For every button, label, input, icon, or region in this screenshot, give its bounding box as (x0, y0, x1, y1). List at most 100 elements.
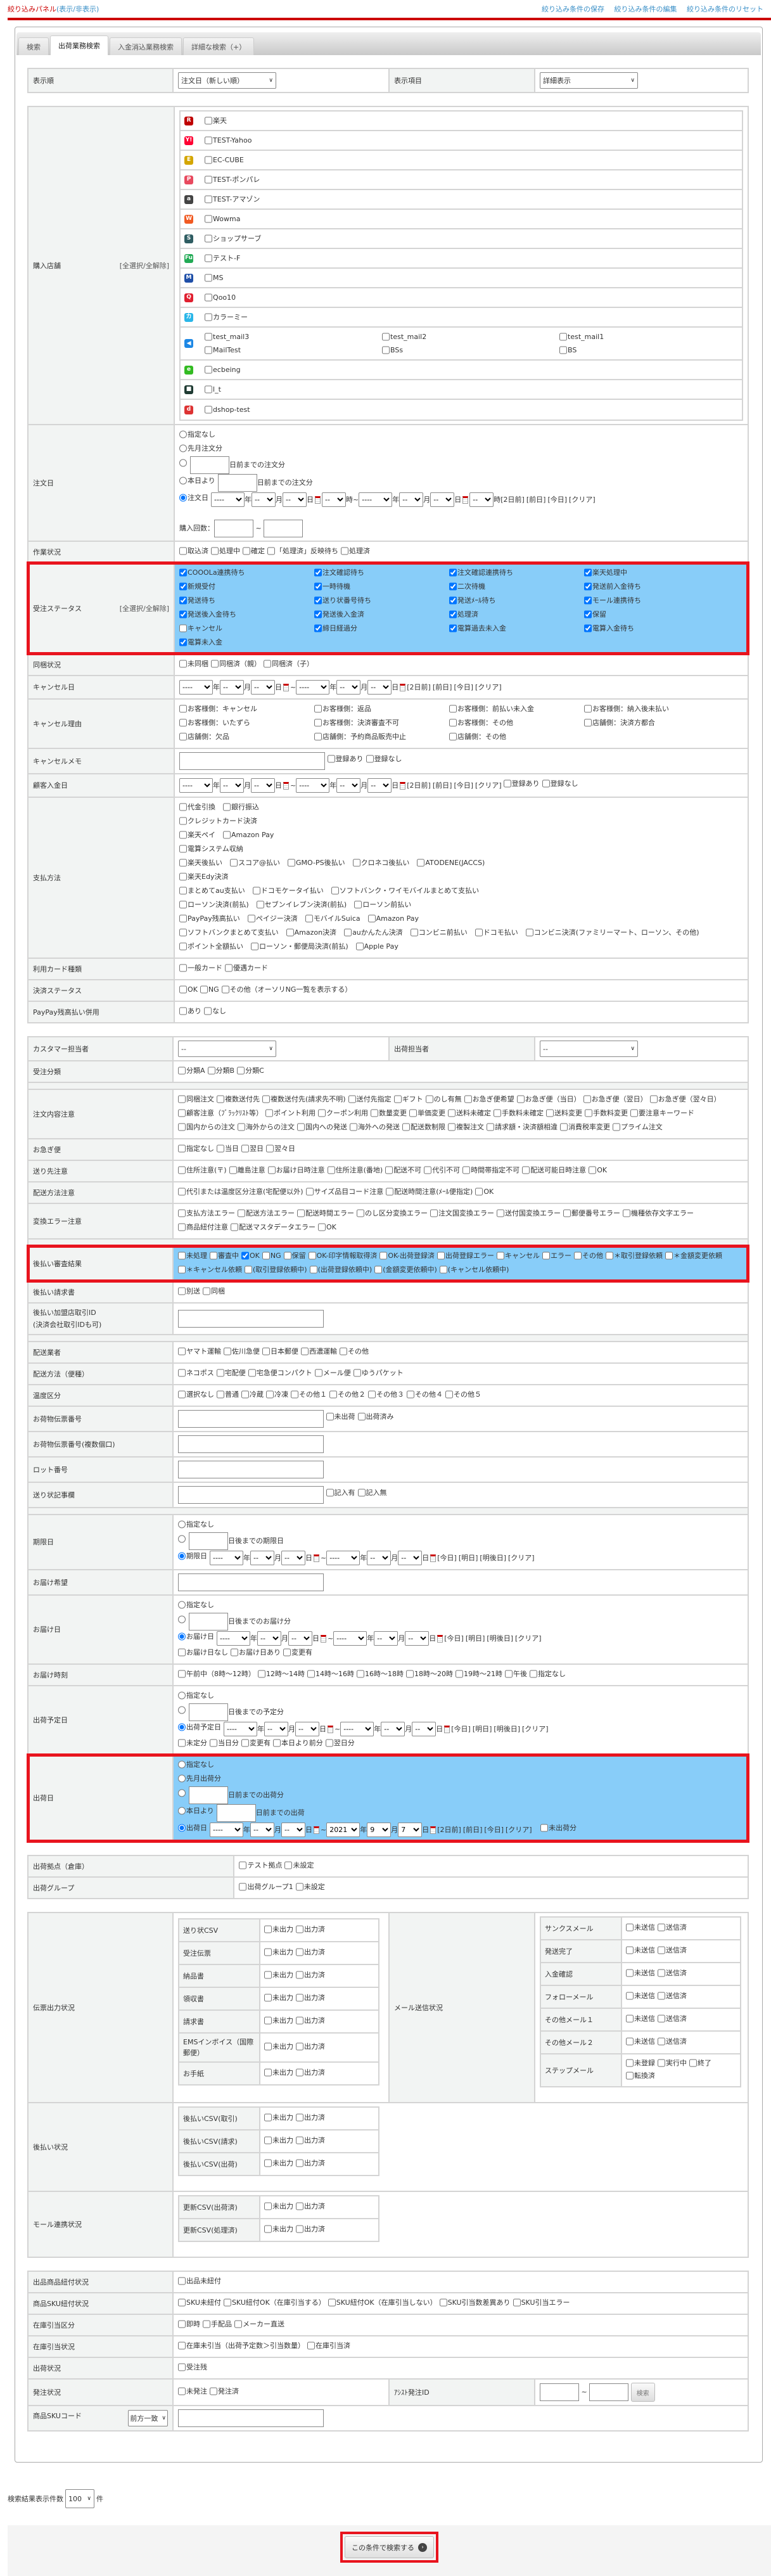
checkbox[interactable] (264, 1994, 272, 2002)
checkbox-option[interactable]: 配送不可 (385, 1164, 421, 1176)
checkbox[interactable] (296, 2159, 303, 2167)
checkbox[interactable] (264, 2113, 272, 2122)
checkbox[interactable] (475, 1188, 483, 1196)
calendar-icon[interactable] (283, 782, 290, 790)
checkbox[interactable] (178, 1209, 186, 1217)
checkbox[interactable] (542, 779, 550, 788)
checkbox[interactable] (368, 1390, 376, 1399)
checkbox[interactable] (264, 1971, 272, 1979)
checkbox[interactable] (583, 1095, 591, 1103)
checkbox-option[interactable]: 翌々日 (266, 1143, 295, 1155)
checkbox[interactable] (353, 1369, 361, 1377)
text-input[interactable] (179, 752, 326, 770)
checkbox-option[interactable]: 出荷済み (357, 1411, 394, 1423)
checkbox[interactable] (344, 928, 352, 937)
checkbox-option[interactable]: 出力済 (296, 1992, 325, 2003)
checkbox-option[interactable]: 未出力 (264, 2201, 293, 2212)
checkbox[interactable] (449, 568, 457, 577)
text-input[interactable] (214, 520, 254, 537)
checkbox[interactable] (348, 1095, 356, 1103)
day-select[interactable]: -- (251, 680, 276, 695)
checkbox[interactable] (402, 1123, 410, 1131)
checkbox[interactable] (179, 705, 188, 713)
checkbox[interactable] (178, 1144, 186, 1153)
checkbox[interactable] (314, 624, 322, 632)
radio[interactable] (178, 1691, 186, 1700)
checkbox-option[interactable]: Apple Pay (355, 940, 398, 952)
radio[interactable] (178, 1520, 186, 1528)
radio[interactable] (179, 459, 188, 467)
checkbox[interactable] (264, 1925, 272, 1933)
checkbox-option[interactable]: 複製注文 (448, 1121, 484, 1133)
text-input[interactable] (589, 2383, 629, 2401)
checkbox-option[interactable]: のし有無 (425, 1093, 462, 1105)
date-shortcut-link[interactable]: [明後日] (494, 1725, 520, 1733)
checkbox[interactable] (487, 1123, 494, 1131)
month-select[interactable]: -- (399, 492, 424, 507)
checkbox[interactable] (267, 1166, 276, 1174)
checkbox-option[interactable]: 変更有 (241, 1737, 271, 1749)
text-input[interactable] (178, 1573, 324, 1591)
checkbox-option[interactable]: お届け日あり (231, 1646, 281, 1658)
date-shortcut-link[interactable]: [明後日] (480, 1554, 506, 1562)
text-input[interactable] (189, 1532, 228, 1550)
checkbox[interactable] (284, 1861, 293, 1869)
checkbox[interactable] (305, 1188, 314, 1196)
shop-checkbox[interactable]: l_t (205, 383, 379, 395)
checkbox-option[interactable]: お客様側：いたずら (179, 717, 314, 729)
checkbox-option[interactable]: 受注残 (178, 2361, 207, 2373)
calendar-icon[interactable] (430, 1554, 436, 1562)
checkbox[interactable] (221, 985, 229, 994)
date-shortcut-link[interactable]: [今日] (451, 1725, 471, 1733)
radio[interactable] (178, 1807, 186, 1815)
checkbox[interactable] (584, 719, 592, 727)
radio[interactable] (178, 1552, 186, 1560)
year-select[interactable]: 2021 (326, 1823, 360, 1837)
radio-option[interactable]: 指定なし (178, 1689, 214, 1701)
checkbox-option[interactable]: ＊金額変更依頼 (665, 1250, 722, 1262)
checkbox[interactable] (354, 900, 362, 909)
checkbox[interactable] (237, 1067, 245, 1075)
checkbox[interactable] (179, 900, 188, 909)
checkbox-option[interactable]: ドコモケータイ払い (252, 885, 324, 897)
checkbox[interactable] (205, 293, 213, 302)
month-select[interactable]: -- (250, 1823, 274, 1837)
shop-checkbox[interactable]: Qoo10 (205, 292, 379, 304)
checkbox-option[interactable]: 出力済 (296, 2201, 325, 2212)
checkbox[interactable] (464, 1095, 472, 1103)
day-select[interactable]: -- (251, 778, 276, 793)
day-select[interactable]: -- (295, 1722, 319, 1736)
checkbox-option[interactable]: OK (589, 1164, 607, 1176)
checkbox-option[interactable]: お急ぎ便（翌日） (583, 1093, 647, 1105)
checkbox[interactable] (505, 1670, 513, 1678)
checkbox-option[interactable]: 未出力 (264, 1992, 293, 2003)
checkbox[interactable] (179, 582, 188, 591)
checkbox-option[interactable]: 出力済 (296, 2158, 325, 2169)
checkbox[interactable] (178, 1067, 186, 1075)
checkbox-option[interactable]: 19時～21時 (456, 1668, 502, 1680)
checkbox-option[interactable]: 新規受付 (179, 580, 314, 593)
checkbox-option[interactable]: 締日経過分 (314, 622, 449, 634)
month-select[interactable]: -- (220, 778, 245, 793)
checkbox-option[interactable]: (取引登録依頼中) (245, 1264, 307, 1276)
checkbox-option[interactable]: 出力済 (296, 2112, 325, 2123)
radio-option[interactable]: 指定なし (179, 428, 215, 440)
checkbox[interactable] (386, 1188, 394, 1196)
checkbox[interactable] (350, 1123, 357, 1131)
checkbox-option[interactable]: 分類A (178, 1065, 205, 1077)
checkbox-option[interactable]: 複数送付先(請求先不明) (262, 1093, 346, 1105)
checkbox[interactable] (448, 1123, 456, 1131)
checkbox-option[interactable]: 未送信 (626, 2013, 655, 2024)
checkbox[interactable] (314, 719, 322, 727)
checkbox[interactable] (393, 1095, 402, 1103)
checkbox[interactable] (658, 2059, 665, 2067)
checkbox-option[interactable]: 登録あり (503, 778, 540, 790)
checkbox[interactable] (239, 1883, 247, 1891)
checkbox-option[interactable]: あり (179, 1005, 201, 1017)
checkbox[interactable] (456, 1670, 463, 1678)
checkbox[interactable] (439, 1266, 447, 1274)
tab-1[interactable]: 出荷業務検索 (50, 35, 108, 55)
checkbox-option[interactable]: 送信済 (658, 1945, 687, 1956)
checkbox[interactable] (649, 1095, 658, 1103)
checkbox[interactable] (207, 1067, 215, 1075)
